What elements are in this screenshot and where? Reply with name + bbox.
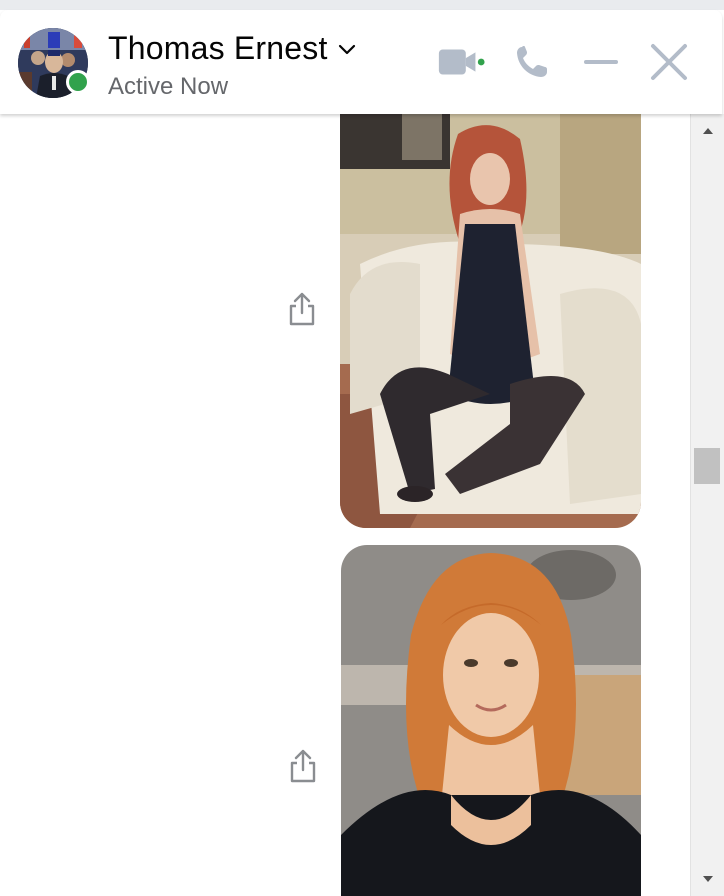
close-icon (651, 44, 687, 80)
minimize-icon (584, 60, 618, 64)
minimize-button[interactable] (576, 40, 626, 84)
contact-name[interactable]: Thomas Ernest (108, 28, 328, 68)
share-button[interactable] (286, 746, 320, 786)
contact-name-dropdown[interactable]: Thomas Ernest (108, 28, 356, 68)
arrow-up-icon (703, 128, 713, 134)
avatar-container[interactable] (18, 28, 90, 98)
phone-icon (517, 46, 547, 77)
voice-call-button[interactable] (507, 40, 557, 84)
photo-message[interactable] (340, 114, 641, 528)
chat-window: Thomas Ernest Active Now (0, 0, 724, 896)
message-list[interactable] (0, 114, 690, 896)
chevron-down-icon[interactable] (338, 44, 356, 56)
scroll-up-button[interactable] (691, 114, 724, 148)
photo-message[interactable] (341, 545, 641, 896)
video-camera-icon (438, 49, 485, 75)
active-status-dot (66, 70, 90, 94)
arrow-down-icon (703, 876, 713, 882)
close-button[interactable] (644, 40, 694, 84)
video-call-button[interactable] (436, 40, 486, 84)
chat-header: Thomas Ernest Active Now (0, 10, 722, 114)
share-icon (290, 749, 316, 783)
scrollbar[interactable] (690, 114, 724, 896)
share-button[interactable] (285, 289, 319, 329)
scroll-down-button[interactable] (691, 862, 724, 896)
scroll-thumb[interactable] (694, 448, 720, 484)
shared-photo (341, 545, 641, 896)
window-edge (0, 0, 724, 10)
share-icon (289, 292, 315, 326)
active-status-text: Active Now (108, 73, 229, 100)
shared-photo (340, 114, 641, 528)
